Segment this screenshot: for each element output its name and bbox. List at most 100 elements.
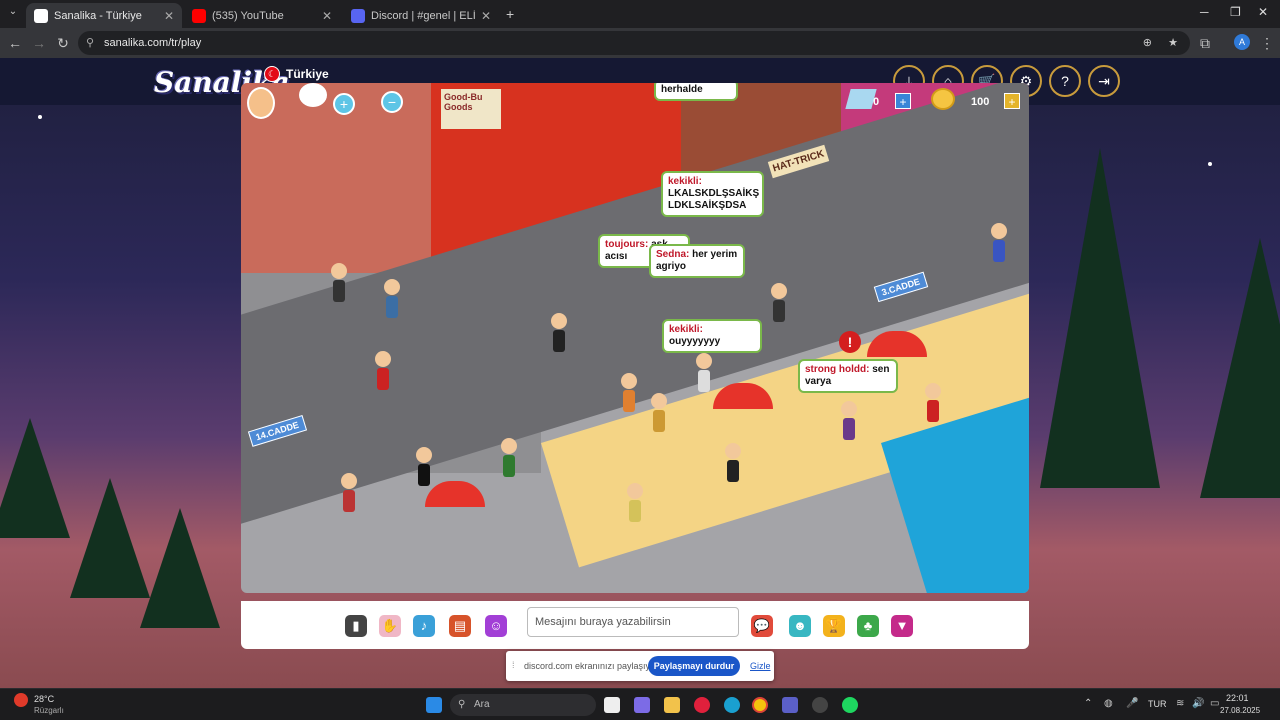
edge-icon[interactable] [724, 697, 740, 713]
minimize-icon[interactable]: ─ [1200, 5, 1209, 19]
emote-icon[interactable]: ☺ [485, 615, 507, 637]
copilot-icon[interactable] [634, 697, 650, 713]
inventory-bubble-icon[interactable] [299, 83, 327, 107]
reload-icon[interactable]: ↻ [54, 34, 72, 52]
buy-coins-button[interactable]: + [1004, 93, 1020, 109]
help-icon[interactable]: ? [1049, 65, 1081, 97]
teams-icon[interactable] [782, 697, 798, 713]
good-goods-sign: Good-Bu Goods [441, 89, 501, 129]
wifi-icon[interactable]: ≋ [1176, 698, 1184, 709]
avatar[interactable] [696, 353, 712, 393]
chat-username: kekikli: [669, 324, 703, 335]
chrome-icon[interactable] [752, 697, 768, 713]
battery-icon[interactable]: ▭ [1210, 698, 1219, 709]
tab-search-icon[interactable]: ⌄ [6, 6, 20, 20]
avatar[interactable] [416, 447, 432, 487]
stop-sharing-button[interactable]: Paylaşmayı durdur [648, 656, 740, 676]
player-avatar[interactable] [247, 87, 275, 119]
avatar[interactable] [384, 279, 400, 319]
avatar[interactable] [501, 438, 517, 478]
close-window-icon[interactable]: ✕ [1258, 5, 1268, 19]
diamond-icon [845, 89, 877, 109]
close-tab-icon[interactable]: ✕ [322, 9, 332, 23]
avatar[interactable] [725, 443, 741, 483]
url-field[interactable]: ⚲ sanalika.com/tr/play ⊕ ★ [78, 31, 1190, 55]
beach-umbrella [425, 481, 485, 507]
avatar[interactable] [341, 473, 357, 513]
dance-icon[interactable]: ♪ [413, 615, 435, 637]
volume-icon[interactable]: 🔊 [1192, 698, 1204, 709]
game-canvas[interactable]: Good-Bu Goods HAT-TRICK 14.CADDE 3.CADDE… [241, 83, 1029, 593]
avatar[interactable] [621, 373, 637, 413]
zoom-icon[interactable]: ⊕ [1143, 31, 1152, 55]
clock-date: 27.08.2025 [1220, 706, 1261, 715]
clock-time[interactable]: 22:01 [1226, 693, 1249, 703]
opera-icon[interactable] [694, 697, 710, 713]
tab-youtube[interactable]: (535) YouTube ✕ [184, 3, 340, 28]
browser-menu-icon[interactable]: ⋮ [1258, 34, 1276, 52]
star-decoration [38, 115, 42, 119]
avatar[interactable] [771, 283, 787, 323]
avatar[interactable] [925, 383, 941, 423]
search-placeholder: Ara [474, 699, 490, 710]
taskbar-search[interactable]: ⚲ Ara [450, 694, 596, 716]
logout-icon[interactable]: ⇥ [1088, 65, 1120, 97]
bag-icon[interactable]: ▤ [449, 615, 471, 637]
avatar[interactable] [651, 393, 667, 433]
search-icon: ⚲ [458, 699, 466, 710]
sanalika-favicon-icon [34, 8, 48, 23]
chat-input[interactable]: Mesajını buraya yazabilirsin [527, 607, 739, 637]
coin-icon [931, 88, 955, 110]
restore-icon[interactable]: ❐ [1230, 5, 1241, 19]
share-status-text: discord.com ekranınızı paylaşıyor. [524, 661, 661, 671]
hide-link[interactable]: Gizle [750, 661, 771, 671]
mic-icon[interactable]: 🎤 [1126, 698, 1138, 709]
trophy-icon[interactable]: 🏆 [823, 615, 845, 637]
file-explorer-icon[interactable] [664, 697, 680, 713]
island-icon[interactable]: ♣ [857, 615, 879, 637]
windows-taskbar: 28°C Rüzgarlı ⚲ Ara ⌃ ◍ 🎤 TUR ≋ 🔊 ▭ 22:0… [0, 688, 1280, 720]
robot-icon[interactable]: ☻ [789, 615, 811, 637]
chat-placeholder: Mesajını buraya yazabilirsin [535, 616, 671, 628]
tab-sanalika[interactable]: Sanalika - Türkiye ✕ [26, 3, 182, 28]
tab-discord[interactable]: Discord | #genel | ELİF VE B ✕ [343, 3, 499, 28]
drag-handle-icon[interactable]: ⁞ [512, 660, 515, 670]
profile-avatar[interactable]: A [1234, 34, 1250, 50]
tray-overflow-icon[interactable]: ⌃ [1084, 698, 1092, 709]
avatar[interactable] [991, 223, 1007, 263]
avatar[interactable] [331, 263, 347, 303]
phone-icon[interactable]: ▮ [345, 615, 367, 637]
site-info-icon[interactable]: ⚲ [86, 31, 94, 55]
star-decoration [1208, 162, 1212, 166]
avatar[interactable] [375, 351, 391, 391]
bookmark-star-icon[interactable]: ★ [1168, 31, 1178, 55]
pine-tree-decoration [1200, 238, 1280, 498]
spotify-icon[interactable] [842, 697, 858, 713]
chat-text: ouyyyyyyy [669, 336, 721, 347]
new-tab-icon[interactable]: + [506, 6, 514, 22]
avatar[interactable] [627, 483, 643, 523]
task-view-icon[interactable] [604, 697, 620, 713]
close-tab-icon[interactable]: ✕ [164, 9, 174, 23]
language-indicator[interactable]: TUR [1148, 699, 1167, 709]
chat-bubble: herhalde [654, 83, 738, 101]
gesture-icon[interactable]: ✋ [379, 615, 401, 637]
network-icon[interactable]: ◍ [1104, 698, 1113, 709]
avatar[interactable] [551, 313, 567, 353]
back-icon[interactable]: ← [6, 34, 24, 52]
windows-start-icon[interactable] [426, 697, 442, 713]
address-bar-row: ← → ↻ ⚲ sanalika.com/tr/play ⊕ ★ ⧉ A ⋮ [0, 28, 1280, 58]
zoom-in-icon[interactable]: + [333, 93, 355, 115]
chat-bubbles-icon[interactable]: 💬 [751, 615, 773, 637]
weather-badge-icon [14, 693, 28, 707]
avatar[interactable] [841, 401, 857, 441]
extensions-icon[interactable]: ⧉ [1196, 34, 1214, 52]
menu-heart-icon[interactable]: ▼ [891, 615, 913, 637]
forward-icon[interactable]: → [30, 34, 48, 52]
weather-temp[interactable]: 28°C [34, 694, 54, 704]
close-tab-icon[interactable]: ✕ [481, 9, 491, 23]
buy-diamonds-button[interactable]: + [895, 93, 911, 109]
alert-icon[interactable]: ! [839, 331, 861, 353]
app-icon[interactable] [812, 697, 828, 713]
zoom-out-icon[interactable]: − [381, 91, 403, 113]
